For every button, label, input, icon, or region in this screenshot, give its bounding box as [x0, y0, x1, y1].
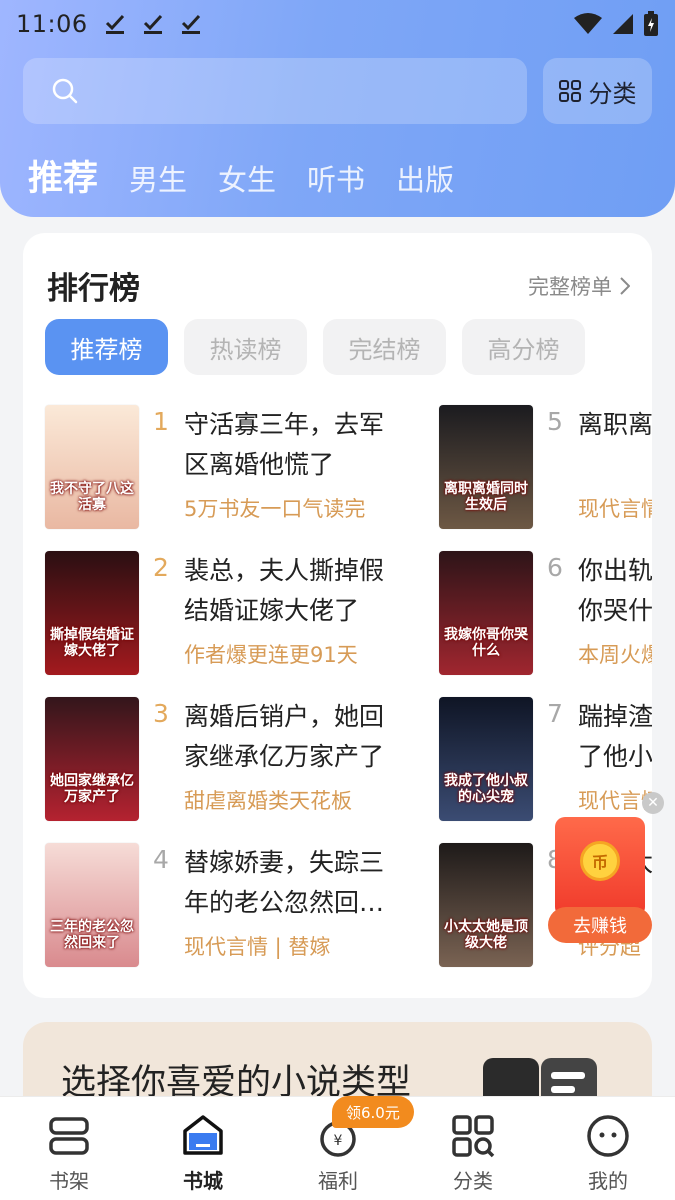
- book-item[interactable]: 我成了他小叔的心尖宠 7 踹掉渣男后，我成了他小叔… 现代言情: [439, 697, 652, 821]
- signal-icon: [613, 14, 633, 34]
- grid-icon: [558, 80, 581, 102]
- rank-number: 4: [153, 845, 169, 874]
- book-tag: 甜虐离婚类天花板: [184, 789, 352, 813]
- coin-icon: 币: [580, 841, 620, 881]
- chip-hot[interactable]: 热读榜: [184, 319, 307, 375]
- chip-high-score[interactable]: 高分榜: [462, 319, 585, 375]
- nav-bookshelf[interactable]: 书架: [14, 1097, 124, 1200]
- full-list-link[interactable]: 完整榜单: [528, 271, 630, 301]
- book-title: 替嫁娇妻，失踪三年的老公忽然回…: [184, 848, 385, 917]
- ranking-chips: 推荐榜 热读榜 完结榜 高分榜: [45, 319, 585, 375]
- book-title: 你出轨，我嫁你哥你哭什么: [578, 556, 652, 625]
- book-title: 守活寡三年，去军区离婚他慌了: [184, 410, 385, 479]
- book-tag: 5万书友一口气读完: [184, 497, 366, 521]
- book-title: 裴总，夫人撕掉假结婚证嫁大佬了: [184, 556, 385, 625]
- ranking-title: 排行榜: [47, 271, 140, 307]
- welfare-badge: 领6.0元: [332, 1096, 414, 1128]
- cover-title: 小太太她是顶级大佬: [444, 919, 528, 951]
- close-icon[interactable]: ✕: [642, 792, 664, 814]
- category-icon: [452, 1115, 495, 1158]
- check-icon: [181, 14, 200, 34]
- book-cover: 离职离婚同时生效后: [439, 405, 533, 529]
- tab-female[interactable]: 女生: [218, 157, 276, 199]
- nav-label: 福利: [318, 1169, 358, 1193]
- book-item[interactable]: 她回家继承亿万家产了 3 离婚后销户，她回家继承亿万家产了 甜虐离婚类天花板: [45, 697, 425, 821]
- category-button[interactable]: 分类: [543, 58, 652, 124]
- full-list-label: 完整榜单: [528, 275, 612, 299]
- tab-recommend[interactable]: 推荐: [28, 150, 98, 201]
- book-title: 离婚后销户，她回家继承亿万家产了: [184, 702, 385, 771]
- book-item[interactable]: 三年的老公忽然回来了 4 替嫁娇妻，失踪三年的老公忽然回… 现代言情 | 替嫁: [45, 843, 425, 967]
- cover-title: 离职离婚同时生效后: [444, 481, 528, 513]
- nav-bookstore[interactable]: 书城: [148, 1097, 258, 1200]
- book-cover: 我成了他小叔的心尖宠: [439, 697, 533, 821]
- nav-profile[interactable]: 我的: [553, 1097, 663, 1200]
- bookstore-icon: [183, 1115, 223, 1155]
- book-cover: 撕掉假结婚证嫁大佬了: [45, 551, 139, 675]
- cover-title: 她回家继承亿万家产了: [50, 773, 134, 805]
- status-time: 11:06: [16, 10, 88, 38]
- rank-number: 7: [547, 699, 563, 728]
- cover-title: 三年的老公忽然回来了: [50, 919, 134, 951]
- book-item[interactable]: 离职离婚同时生效后 5 离职离婚后，前… 现代言情: [439, 405, 652, 529]
- cover-title: 撕掉假结婚证嫁大佬了: [50, 627, 134, 659]
- nav-label: 书架: [49, 1169, 89, 1193]
- book-cover: 我嫁你哥你哭什么: [439, 551, 533, 675]
- book-item[interactable]: 我不守了八这活寡 1 守活寡三年，去军区离婚他慌了 5万书友一口气读完: [45, 405, 425, 529]
- book-cover: 她回家继承亿万家产了: [45, 697, 139, 821]
- book-item[interactable]: 撕掉假结婚证嫁大佬了 2 裴总，夫人撕掉假结婚证嫁大佬了 作者爆更连更91天: [45, 551, 425, 675]
- nav-label: 我的: [588, 1169, 628, 1193]
- cover-title: 我嫁你哥你哭什么: [444, 627, 528, 659]
- status-icons: [573, 11, 659, 37]
- rank-number: 6: [547, 553, 563, 582]
- rank-number: 1: [153, 407, 169, 436]
- chevron-right-icon: [620, 277, 630, 295]
- wifi-icon: [574, 13, 602, 34]
- tab-publish[interactable]: 出版: [396, 157, 454, 199]
- bookshelf-icon: [49, 1117, 89, 1155]
- cover-title: 我成了他小叔的心尖宠: [444, 773, 528, 805]
- book-tag: 现代言情 | 替嫁: [184, 935, 331, 959]
- check-icon: [105, 14, 124, 34]
- rank-number: 3: [153, 699, 169, 728]
- nav-label: 书城: [183, 1169, 223, 1193]
- tab-audiobook[interactable]: 听书: [307, 157, 365, 199]
- nav-category[interactable]: 分类: [418, 1097, 528, 1200]
- book-item[interactable]: 我嫁你哥你哭什么 6 你出轨，我嫁你哥你哭什么 本周火爆: [439, 551, 652, 675]
- chip-recommend[interactable]: 推荐榜: [45, 319, 168, 375]
- earn-money-button[interactable]: 去赚钱: [548, 907, 652, 943]
- book-tag: 本周火爆: [578, 643, 652, 667]
- book-cover: 小太太她是顶级大佬: [439, 843, 533, 967]
- check-icon: [143, 14, 162, 34]
- reward-widget[interactable]: 币 去赚钱: [548, 817, 652, 943]
- search-input[interactable]: [23, 58, 527, 124]
- battery-icon: [644, 11, 658, 36]
- book-title: 离职离婚后，前…: [578, 410, 652, 439]
- svg-text:¥: ¥: [334, 1133, 343, 1149]
- header: 11:06 分类 推荐 男生 女生 听书 出版: [0, 0, 675, 217]
- rank-number: 2: [153, 553, 169, 582]
- nav-label: 分类: [453, 1169, 493, 1193]
- status-bar: 11:06: [0, 0, 675, 48]
- book-tag: 作者爆更连更91天: [184, 643, 358, 667]
- top-tabs: 推荐 男生 女生 听书 出版: [28, 150, 485, 201]
- profile-icon: [587, 1115, 629, 1157]
- book-cover: 我不守了八这活寡: [45, 405, 139, 529]
- rank-number: 5: [547, 407, 563, 436]
- tab-male[interactable]: 男生: [129, 157, 187, 199]
- category-label: 分类: [588, 79, 637, 108]
- book-cover: 三年的老公忽然回来了: [45, 843, 139, 967]
- cover-title: 我不守了八这活寡: [50, 481, 134, 513]
- chip-finished[interactable]: 完结榜: [323, 319, 446, 375]
- search-icon: [52, 78, 78, 104]
- book-tag: 现代言情: [578, 497, 652, 521]
- book-tag: 现代言情: [578, 789, 652, 813]
- book-title: 踹掉渣男后，我成了他小叔…: [578, 702, 652, 771]
